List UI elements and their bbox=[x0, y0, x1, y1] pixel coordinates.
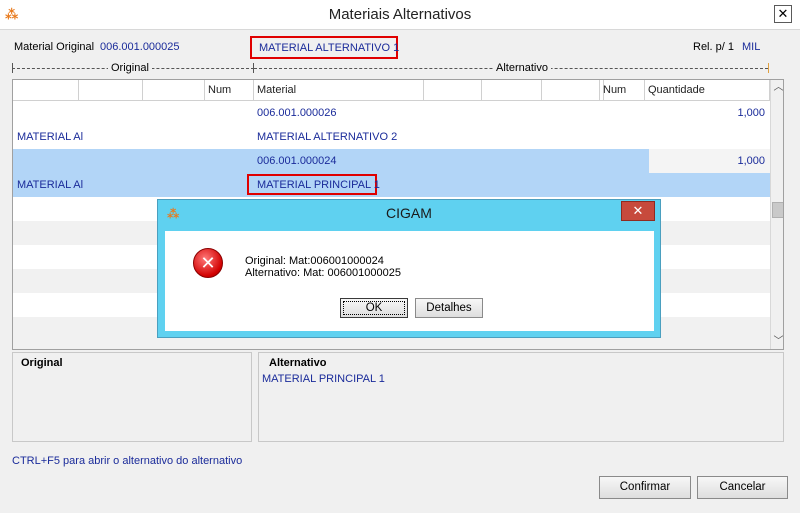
dialog-message-line2: Alternativo: Mat: 006001000025 bbox=[245, 267, 401, 279]
alternative-name-field: MATERIAL ALTERNATIVO 1 bbox=[259, 42, 400, 54]
grid-header-cell[interactable] bbox=[482, 80, 542, 101]
alternativo-panel-title: Alternativo bbox=[269, 357, 327, 369]
scroll-down-icon[interactable]: ﹀ bbox=[771, 334, 784, 349]
row-material-code: 006.001.000024 bbox=[257, 155, 337, 167]
dialog-body: ✕ Original: Mat:006001000024 Alternativo… bbox=[165, 231, 654, 331]
row-material-name: MATERIAL ALTERNATIVO 2 bbox=[257, 131, 398, 143]
dialog-details-button[interactable]: Detalhes bbox=[415, 298, 483, 318]
row-quantity bbox=[645, 173, 765, 197]
grid-vertical-scrollbar[interactable]: ︿ ﹀ bbox=[770, 80, 784, 349]
group-tick-left bbox=[12, 63, 13, 73]
grid-header-cell[interactable] bbox=[424, 80, 482, 101]
row-quantity bbox=[645, 125, 765, 149]
row-original-material: MATERIAL Al bbox=[17, 131, 84, 143]
cancel-button[interactable]: Cancelar bbox=[697, 476, 788, 499]
table-row[interactable]: MATERIAL Al MATERIAL ALTERNATIVO 2 bbox=[13, 125, 770, 149]
row-original-material: MATERIAL Al bbox=[17, 179, 84, 191]
original-material-label: Material Original bbox=[14, 41, 95, 53]
grid-header-quantidade[interactable]: Quantidade bbox=[645, 80, 770, 101]
grid-header-cell[interactable] bbox=[79, 80, 143, 101]
row-material-name: MATERIAL PRINCIPAL 1 bbox=[257, 179, 380, 191]
rel-label: Rel. p/ 1 bbox=[693, 41, 734, 53]
row-quantity: 1,000 bbox=[737, 107, 765, 119]
grid-header-cell[interactable] bbox=[542, 80, 600, 101]
grid-header-cell[interactable] bbox=[13, 80, 79, 101]
group-tick-right bbox=[768, 63, 769, 73]
grid-header-material[interactable]: Material bbox=[254, 80, 424, 101]
dialog-message-line1: Original: Mat:006001000024 bbox=[245, 255, 384, 267]
alternativo-panel: Alternativo MATERIAL PRINCIPAL 1 bbox=[258, 352, 784, 442]
row-material-code: 006.001.000026 bbox=[257, 107, 337, 119]
scroll-up-icon[interactable]: ︿ bbox=[771, 80, 784, 95]
window-close-button[interactable]: ✕ bbox=[774, 5, 792, 23]
rel-unit: MIL bbox=[742, 41, 761, 53]
original-group-label: Original bbox=[108, 62, 152, 74]
error-dialog: ⁂ CIGAM ✕ ✕ Original: Mat:006001000024 A… bbox=[157, 199, 661, 338]
confirm-button[interactable]: Confirmar bbox=[599, 476, 691, 499]
scroll-thumb[interactable] bbox=[772, 202, 783, 218]
original-material-code: 006.001.000025 bbox=[100, 41, 180, 53]
alternativo-group-label: Alternativo bbox=[493, 62, 551, 74]
dialog-ok-button[interactable]: OK bbox=[340, 298, 408, 318]
table-row[interactable]: 006.001.000026 1,000 bbox=[13, 101, 770, 125]
error-icon: ✕ bbox=[193, 248, 223, 278]
table-row-selected[interactable]: 006.001.000024 1,000 bbox=[13, 149, 770, 173]
table-row-selected[interactable]: MATERIAL Al MATERIAL PRINCIPAL 1 bbox=[13, 173, 770, 197]
dialog-title: CIGAM bbox=[386, 205, 432, 221]
shortcut-hint: CTRL+F5 para abrir o alternativo do alte… bbox=[12, 455, 243, 467]
dialog-close-button[interactable]: ✕ bbox=[621, 201, 655, 221]
grid-header-num-original[interactable]: Num bbox=[205, 80, 254, 101]
window-title: Materiais Alternativos bbox=[328, 6, 472, 23]
grid-header-num-alternativo[interactable]: Num bbox=[600, 80, 645, 101]
grid-header-cell[interactable] bbox=[143, 80, 205, 101]
original-panel-title: Original bbox=[21, 357, 63, 369]
alternative-name-highlight[interactable]: MATERIAL ALTERNATIVO 1 bbox=[250, 36, 400, 59]
grid-header: Num Material Num Quantidade bbox=[13, 80, 770, 101]
row-quantity: 1,000 bbox=[649, 149, 770, 173]
group-tick-mid bbox=[253, 63, 254, 73]
alternativo-panel-value: MATERIAL PRINCIPAL 1 bbox=[262, 373, 385, 385]
dialog-message: Original: Mat:006001000024 Alternativo: … bbox=[245, 255, 401, 279]
original-panel: Original bbox=[12, 352, 252, 442]
